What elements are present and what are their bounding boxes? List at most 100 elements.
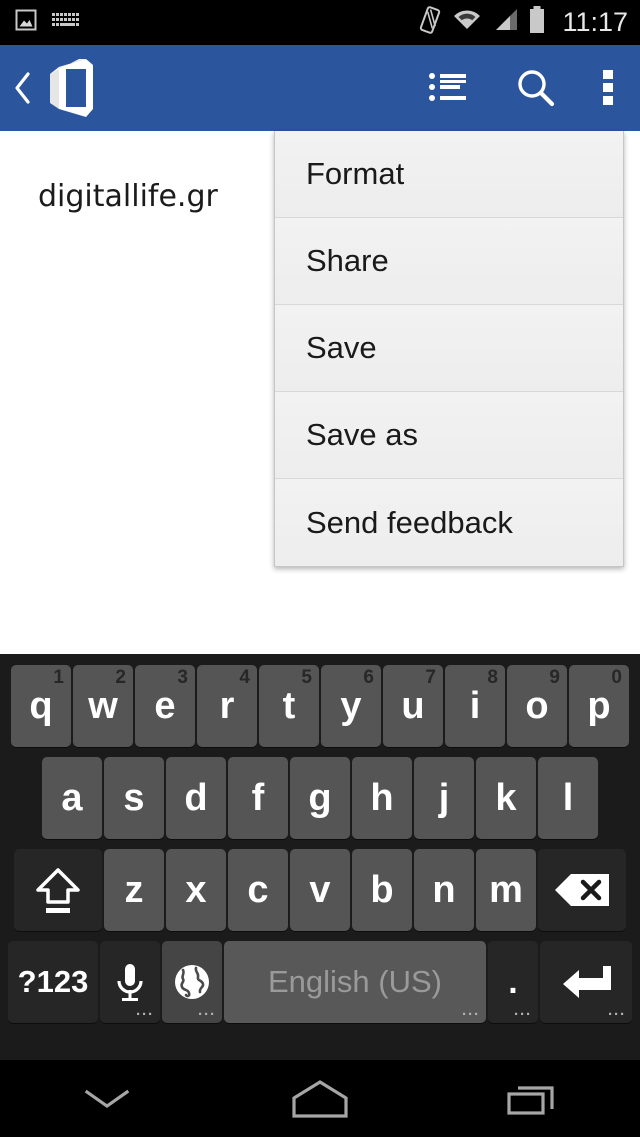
- key-hint-dots: ···: [514, 1011, 532, 1019]
- key-letter-label: x: [185, 869, 206, 912]
- symbols-key[interactable]: ?123: [8, 941, 98, 1023]
- system-navigation-bar: [0, 1060, 640, 1137]
- keyboard-row-4: ?123 ··· ··· English (US): [0, 936, 640, 1028]
- key-letter-label: m: [489, 869, 523, 912]
- key-j[interactable]: j: [414, 757, 474, 839]
- period-key-label: .: [508, 963, 517, 1002]
- recents-button[interactable]: [427, 1060, 640, 1137]
- key-letter-label: t: [283, 685, 296, 728]
- screenshot-image-icon: [14, 8, 38, 37]
- menu-item-save-as[interactable]: Save as: [275, 392, 623, 479]
- key-letter-label: v: [309, 869, 330, 912]
- on-screen-keyboard: 1 q 2 w 3 e 4 r 5 t 6 y: [0, 654, 640, 1060]
- key-m[interactable]: m: [476, 849, 536, 931]
- key-f[interactable]: f: [228, 757, 288, 839]
- key-letter-label: h: [370, 777, 393, 820]
- battery-icon: [528, 6, 546, 39]
- key-k[interactable]: k: [476, 757, 536, 839]
- key-u[interactable]: 7 u: [383, 665, 443, 747]
- key-r[interactable]: 4 r: [197, 665, 257, 747]
- key-a[interactable]: a: [42, 757, 102, 839]
- shift-key[interactable]: [14, 849, 102, 931]
- office-logo[interactable]: [42, 57, 104, 119]
- app-bar-actions: [428, 68, 622, 108]
- key-hint-dots: ···: [608, 1011, 626, 1019]
- voice-input-key[interactable]: ···: [100, 941, 160, 1023]
- status-bar-right-icons: 11:17: [418, 5, 628, 40]
- enter-arrow-icon: [559, 962, 613, 1002]
- key-s[interactable]: s: [104, 757, 164, 839]
- menu-item-share[interactable]: Share: [275, 218, 623, 305]
- key-p[interactable]: 0 p: [569, 665, 629, 747]
- key-letter-label: u: [401, 685, 424, 728]
- menu-item-send-feedback[interactable]: Send feedback: [275, 479, 623, 566]
- key-o[interactable]: 9 o: [507, 665, 567, 747]
- menu-item-format[interactable]: Format: [275, 131, 623, 218]
- outline-view-icon[interactable]: [428, 71, 470, 105]
- key-letter-label: b: [370, 869, 393, 912]
- phone-screen: 11:17: [0, 0, 640, 1137]
- hide-keyboard-button[interactable]: [0, 1060, 213, 1137]
- key-letter-label: o: [525, 685, 548, 728]
- symbols-key-label: ?123: [18, 964, 89, 1000]
- key-i[interactable]: 8 i: [445, 665, 505, 747]
- search-icon[interactable]: [516, 68, 556, 108]
- app-bar: [0, 45, 640, 131]
- key-letter-label: a: [61, 777, 82, 820]
- key-hint-dots: ···: [198, 1011, 216, 1019]
- key-d[interactable]: d: [166, 757, 226, 839]
- document-body-text[interactable]: digitallife.gr: [38, 179, 218, 214]
- key-num-label: 1: [53, 667, 64, 689]
- key-w[interactable]: 2 w: [73, 665, 133, 747]
- key-y[interactable]: 6 y: [321, 665, 381, 747]
- key-letter-label: j: [439, 777, 450, 820]
- key-num-label: 0: [611, 667, 622, 689]
- spacebar-key[interactable]: English (US) ···: [224, 941, 486, 1023]
- period-key[interactable]: . ···: [488, 941, 538, 1023]
- key-e[interactable]: 3 e: [135, 665, 195, 747]
- home-button[interactable]: [213, 1060, 426, 1137]
- key-l[interactable]: l: [538, 757, 598, 839]
- key-x[interactable]: x: [166, 849, 226, 931]
- key-v[interactable]: v: [290, 849, 350, 931]
- key-letter-label: l: [563, 777, 574, 820]
- menu-item-label: Save: [306, 330, 377, 366]
- menu-item-save[interactable]: Save: [275, 305, 623, 392]
- key-c[interactable]: c: [228, 849, 288, 931]
- key-letter-label: p: [587, 685, 610, 728]
- key-t[interactable]: 5 t: [259, 665, 319, 747]
- keyboard-icon: [52, 11, 80, 34]
- key-num-label: 6: [363, 667, 374, 689]
- key-letter-label: n: [432, 869, 455, 912]
- key-letter-label: r: [220, 685, 235, 728]
- key-g[interactable]: g: [290, 757, 350, 839]
- key-num-label: 2: [115, 667, 126, 689]
- vibrate-mode-icon: [418, 5, 442, 40]
- language-switch-key[interactable]: ···: [162, 941, 222, 1023]
- key-letter-label: e: [154, 685, 175, 728]
- key-letter-label: f: [252, 777, 265, 820]
- home-icon: [290, 1078, 350, 1120]
- recents-icon: [504, 1079, 562, 1119]
- key-n[interactable]: n: [414, 849, 474, 931]
- overflow-menu-icon[interactable]: [602, 68, 614, 108]
- keyboard-row-1: 1 q 2 w 3 e 4 r 5 t 6 y: [0, 660, 640, 752]
- chevron-down-icon: [79, 1084, 135, 1114]
- key-num-label: 5: [301, 667, 312, 689]
- keyboard-row-2: a s d f g h j k l: [0, 752, 640, 844]
- shift-arrow-icon: [32, 862, 84, 918]
- back-chevron-icon[interactable]: [6, 57, 40, 119]
- key-letter-label: c: [247, 869, 268, 912]
- key-z[interactable]: z: [104, 849, 164, 931]
- backspace-key[interactable]: [538, 849, 626, 931]
- menu-item-label: Save as: [306, 417, 418, 453]
- key-q[interactable]: 1 q: [11, 665, 71, 747]
- key-b[interactable]: b: [352, 849, 412, 931]
- enter-key[interactable]: ···: [540, 941, 632, 1023]
- key-h[interactable]: h: [352, 757, 412, 839]
- key-letter-label: s: [123, 777, 144, 820]
- globe-icon: [171, 961, 213, 1003]
- key-hint-dots: ···: [136, 1011, 154, 1019]
- key-letter-label: i: [470, 685, 481, 728]
- key-letter-label: w: [88, 685, 118, 728]
